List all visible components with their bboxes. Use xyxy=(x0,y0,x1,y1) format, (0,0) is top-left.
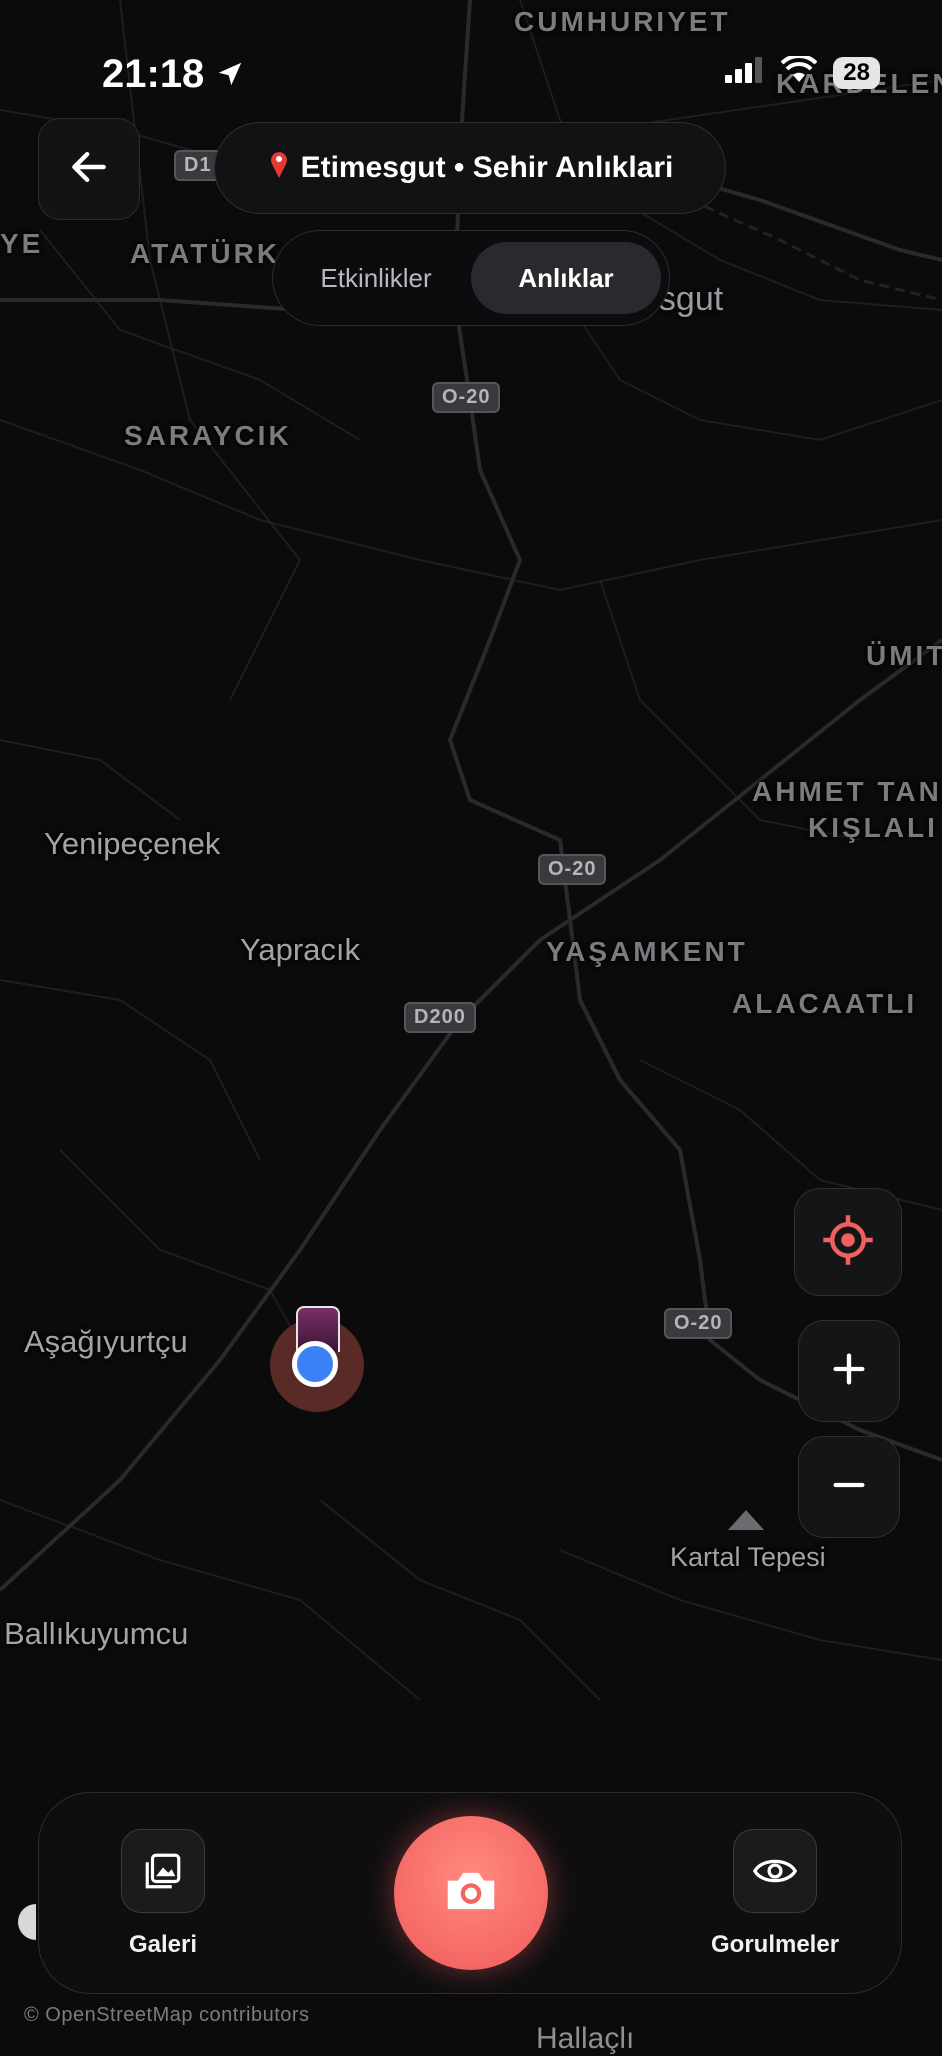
tab-anliklar[interactable]: Anlıklar xyxy=(471,242,661,314)
wifi-icon xyxy=(780,53,818,89)
map-label-ahmet-tan: AHMET TAN xyxy=(752,776,942,807)
gallery-button[interactable]: Galeri xyxy=(121,1829,205,1959)
battery-indicator: 28 xyxy=(833,56,880,89)
map-label-yapracik: Yapracık xyxy=(240,932,361,967)
map-pin-icon xyxy=(267,149,291,187)
status-indicators: 28 xyxy=(725,53,880,89)
mode-tabs: Etkinlikler Anlıklar xyxy=(272,230,670,326)
plus-icon xyxy=(829,1349,869,1394)
location-title-pill[interactable]: Etimesgut • Sehir Anlıklari xyxy=(214,122,726,214)
map-label-yenipecenek: Yenipeçenek xyxy=(44,826,221,861)
map-label-saraycik: SARAYCIK xyxy=(124,420,292,451)
map-label-balikuyumcu: Ballıkuyumcu xyxy=(4,1616,189,1651)
road-shield-o20: O-20 xyxy=(538,854,607,885)
map-label-hallacli: Hallaçlı xyxy=(536,2022,635,2055)
map-label-asagiyurtcu: Aşağıyurtçu xyxy=(24,1324,188,1359)
road-shield-d200: D200 xyxy=(404,1002,476,1033)
signal-icon xyxy=(725,57,765,88)
map-label-cumhuriyet: CUMHURIYET xyxy=(514,6,731,37)
zoom-out-button[interactable] xyxy=(798,1436,900,1538)
camera-icon xyxy=(440,1860,502,1927)
zoom-in-button[interactable] xyxy=(798,1320,900,1422)
map-label-yasamkent: YAŞAMKENT xyxy=(546,936,748,967)
page-title: Etimesgut • Sehir Anlıklari xyxy=(300,151,674,184)
road-shield-o20: O-20 xyxy=(664,1308,733,1339)
tab-etkinlikler[interactable]: Etkinlikler xyxy=(281,242,471,314)
map-label-kislali: KIŞLALI xyxy=(808,812,938,843)
minus-icon xyxy=(829,1465,869,1510)
back-button[interactable] xyxy=(38,118,140,220)
map-label-ye: YE xyxy=(0,228,44,259)
user-location-dot xyxy=(292,1341,338,1387)
status-time: 21:18 xyxy=(102,52,245,97)
map-attribution[interactable]: © OpenStreetMap contributors xyxy=(24,2004,310,2027)
map-label-kartal-tepesi: Kartal Tepesi xyxy=(670,1542,826,1572)
camera-button[interactable] xyxy=(394,1816,548,1970)
crosshair-icon xyxy=(821,1213,875,1272)
eye-icon xyxy=(733,1829,818,1913)
views-button[interactable]: Gorulmeler xyxy=(711,1829,839,1959)
map-label-ataturk: ATATÜRK xyxy=(130,238,281,269)
gallery-label: Galeri xyxy=(128,1931,198,1958)
gallery-icon xyxy=(121,1829,205,1913)
recenter-button[interactable] xyxy=(794,1188,902,1296)
arrow-left-icon xyxy=(67,145,111,194)
views-label: Gorulmeler xyxy=(711,1931,840,1958)
map-label-alacaatli: ALACAATLI xyxy=(732,988,918,1019)
location-arrow-icon xyxy=(215,52,245,96)
road-shield-o20: O-20 xyxy=(432,382,501,413)
map-label-umit: ÜMIT xyxy=(866,640,942,671)
